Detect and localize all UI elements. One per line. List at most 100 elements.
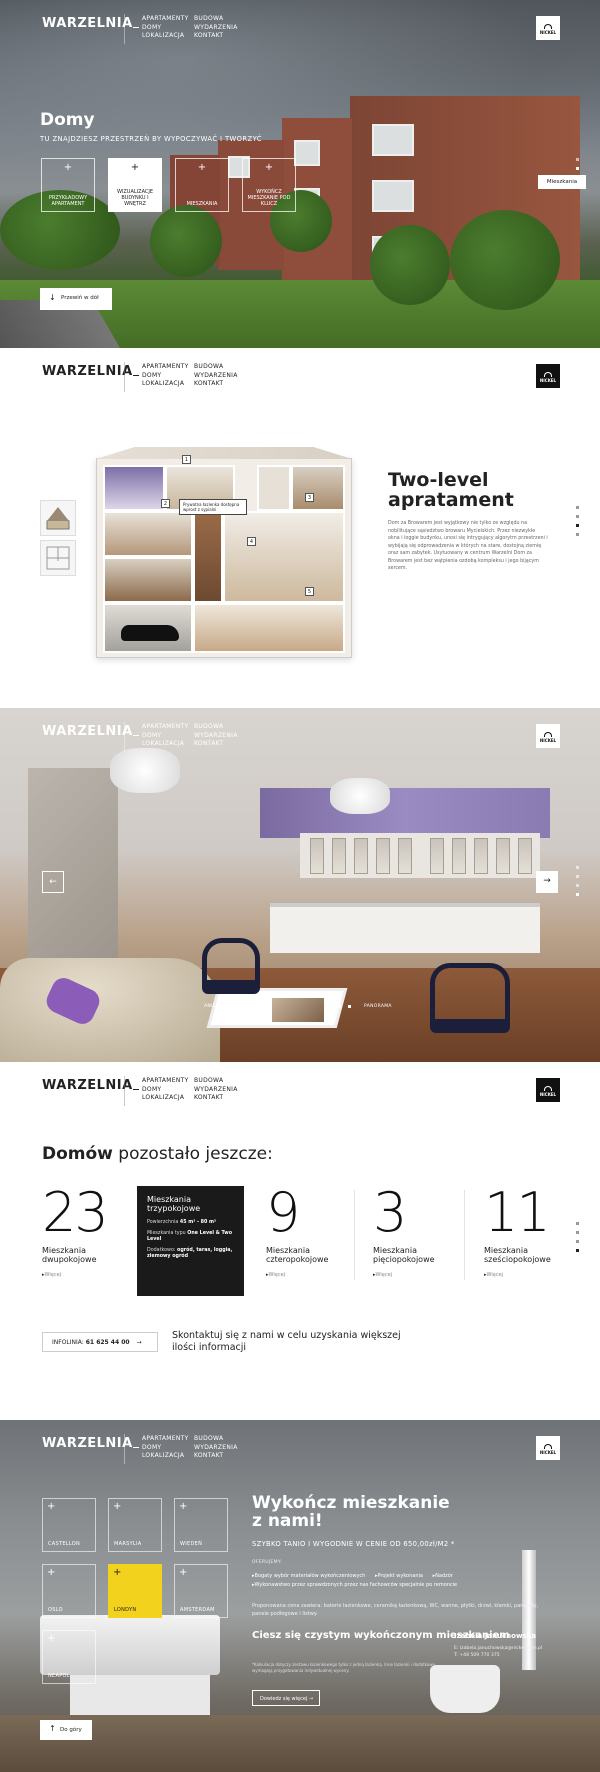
nav-item-apartamenty[interactable]: APARTAMENTY — [142, 363, 189, 372]
style-tile-marsylia[interactable]: + MARSYLIA — [108, 1498, 162, 1552]
nav-item-wydarzenia[interactable]: WYDARZENIA — [194, 1444, 238, 1453]
style-tile-neapol[interactable]: + NEAPOL — [42, 1630, 96, 1684]
room-number[interactable]: 1 — [182, 455, 191, 464]
scroll-down-button[interactable]: ↓ Przewiń w dół — [40, 288, 112, 310]
carousel-dot[interactable] — [338, 1005, 341, 1008]
nav-item-lokalizacja[interactable]: LOKALIZACJA — [142, 740, 189, 749]
carousel-dot[interactable] — [238, 1005, 241, 1008]
nav-item-domy[interactable]: DOMY — [142, 24, 189, 33]
carousel-active-thumbnail[interactable] — [270, 996, 326, 1024]
nav-item-domy[interactable]: DOMY — [142, 1444, 189, 1453]
carousel-left-label[interactable]: ANIECE — [204, 1004, 222, 1009]
carousel-dot[interactable] — [248, 1005, 251, 1008]
carousel-dot[interactable] — [258, 1005, 261, 1008]
tile-visualisations[interactable]: + WIZUALIZACJE BUDYNKU I WNĘTRZ — [108, 158, 162, 212]
contact-phone[interactable]: T: +48 509 770 375 — [454, 1652, 542, 1659]
style-tile-londyn[interactable]: + LONDYN — [108, 1564, 162, 1618]
carousel-dot[interactable] — [328, 1005, 331, 1008]
stat-four-room[interactable]: 9 Mieszkania czteropokojowe Więcej — [266, 1186, 366, 1292]
style-tile-amsterdam[interactable]: + AMSTERDAM — [174, 1564, 228, 1618]
nickel-brand-logo[interactable]: NICKEL — [536, 1436, 560, 1460]
next-slide-button[interactable]: → — [536, 871, 558, 893]
stat-five-room[interactable]: 3 Mieszkania pięciopokojowe Więcej — [373, 1186, 473, 1292]
nav-item-wydarzenia[interactable]: WYDARZENIA — [194, 1086, 238, 1095]
dot[interactable] — [576, 875, 579, 878]
logo[interactable]: WARZELNIA — [42, 16, 133, 31]
thumbnail-3d-view[interactable] — [40, 500, 76, 536]
nav-item-apartamenty[interactable]: APARTAMENTY — [142, 1435, 189, 1444]
nav-item-wydarzenia[interactable]: WYDARZENIA — [194, 24, 238, 33]
dot[interactable] — [576, 506, 579, 509]
dot[interactable] — [576, 176, 579, 179]
stat-two-room[interactable]: 23 Mieszkania dwupokojowe Więcej — [42, 1186, 142, 1292]
dot[interactable] — [576, 515, 579, 518]
room-number[interactable]: 4 — [247, 537, 256, 546]
learn-more-button[interactable]: Dowiedz się więcej → — [252, 1690, 320, 1706]
dot[interactable] — [576, 158, 579, 161]
nickel-brand-logo[interactable]: NICKEL — [536, 364, 560, 388]
nav-item-lokalizacja[interactable]: LOKALIZACJA — [142, 1094, 189, 1103]
nav-item-apartamenty[interactable]: APARTAMENTY — [142, 15, 189, 24]
nickel-brand-logo[interactable]: NICKEL — [536, 1078, 560, 1102]
style-tile-wieden[interactable]: + WIEDEŃ — [174, 1498, 228, 1552]
nav-item-apartamenty[interactable]: APARTAMENTY — [142, 1077, 189, 1086]
nav-item-kontakt[interactable]: KONTAKT — [194, 32, 238, 41]
dot[interactable] — [576, 524, 579, 527]
dot[interactable] — [576, 167, 579, 170]
carousel-dot[interactable] — [348, 1005, 351, 1008]
style-tile-castellon[interactable]: + CASTELLON — [42, 1498, 96, 1552]
tile-finishing[interactable]: + WYKOŃCZ MIESZKANIE POD KLUCZ — [242, 158, 296, 212]
nav-item-lokalizacja[interactable]: LOKALIZACJA — [142, 32, 189, 41]
logo[interactable]: WARZELNIA — [42, 364, 133, 379]
carousel-right-label[interactable]: PANORAMA — [364, 1004, 392, 1009]
nav-item-apartamenty[interactable]: APARTAMENTY — [142, 723, 189, 732]
nav-item-kontakt[interactable]: KONTAKT — [194, 1094, 238, 1103]
more-link[interactable]: Więcej — [266, 1272, 366, 1278]
prev-slide-button[interactable]: ← — [42, 871, 64, 893]
nav-item-domy[interactable]: DOMY — [142, 1086, 189, 1095]
dot[interactable] — [576, 1240, 579, 1243]
tile-flats[interactable]: + MIESZKANIA — [175, 158, 229, 212]
nav-item-wydarzenia[interactable]: WYDARZENIA — [194, 732, 238, 741]
tile-label: WYKOŃCZ MIESZKANIE POD KLUCZ — [247, 189, 291, 207]
dot[interactable] — [576, 1222, 579, 1225]
dot[interactable] — [576, 1249, 579, 1252]
dot[interactable] — [576, 533, 579, 536]
dot[interactable] — [576, 866, 579, 869]
logo[interactable]: WARZELNIA — [42, 724, 133, 739]
nav-item-kontakt[interactable]: KONTAKT — [194, 1452, 238, 1461]
room-number[interactable]: 5 — [305, 587, 314, 596]
nav-item-budowa[interactable]: BUDOWA — [194, 363, 238, 372]
contact-email[interactable]: E: izabela.januchowska@nickel.com.pl — [454, 1645, 542, 1652]
nav-item-budowa[interactable]: BUDOWA — [194, 15, 238, 24]
nav-item-kontakt[interactable]: KONTAKT — [194, 380, 238, 389]
more-link[interactable]: Więcej — [42, 1272, 142, 1278]
nav-item-lokalizacja[interactable]: LOKALIZACJA — [142, 380, 189, 389]
logo[interactable]: WARZELNIA — [42, 1078, 133, 1093]
nickel-brand-logo[interactable]: NICKEL — [536, 724, 560, 748]
nav-item-lokalizacja[interactable]: LOKALIZACJA — [142, 1452, 189, 1461]
nav-item-kontakt[interactable]: KONTAKT — [194, 740, 238, 749]
dot[interactable] — [576, 884, 579, 887]
hotline-button[interactable]: INFOLINIA: 61 625 44 00 → — [42, 1332, 158, 1352]
nav-item-wydarzenia[interactable]: WYDARZENIA — [194, 372, 238, 381]
back-to-top-button[interactable]: ↑ Do góry — [40, 1720, 92, 1740]
nav-item-budowa[interactable]: BUDOWA — [194, 723, 238, 732]
nav-item-budowa[interactable]: BUDOWA — [194, 1077, 238, 1086]
logo[interactable]: WARZELNIA — [42, 1436, 133, 1451]
nav-item-domy[interactable]: DOMY — [142, 372, 189, 381]
room-number[interactable]: 2 — [161, 499, 170, 508]
nav-item-budowa[interactable]: BUDOWA — [194, 1435, 238, 1444]
nav-item-domy[interactable]: DOMY — [142, 732, 189, 741]
tile-sample-apartment[interactable]: + PRZYKŁADOWY APARTAMENT — [41, 158, 95, 212]
stat-six-room[interactable]: 11 Mieszkania sześciopokojowe Więcej — [484, 1186, 584, 1292]
nickel-brand-logo[interactable]: NICKEL — [536, 16, 560, 40]
style-tile-oslo[interactable]: + OSLO — [42, 1564, 96, 1618]
room-number[interactable]: 3 — [305, 493, 314, 502]
thumbnail-floorplan[interactable] — [40, 540, 76, 576]
stat-card-three-room[interactable]: Mieszkania trzypokojowe Powierzchnia 45 … — [137, 1186, 244, 1296]
more-link[interactable]: Więcej — [373, 1272, 473, 1278]
dot[interactable] — [576, 893, 579, 896]
dot[interactable] — [576, 1231, 579, 1234]
more-link[interactable]: Więcej — [484, 1272, 584, 1278]
